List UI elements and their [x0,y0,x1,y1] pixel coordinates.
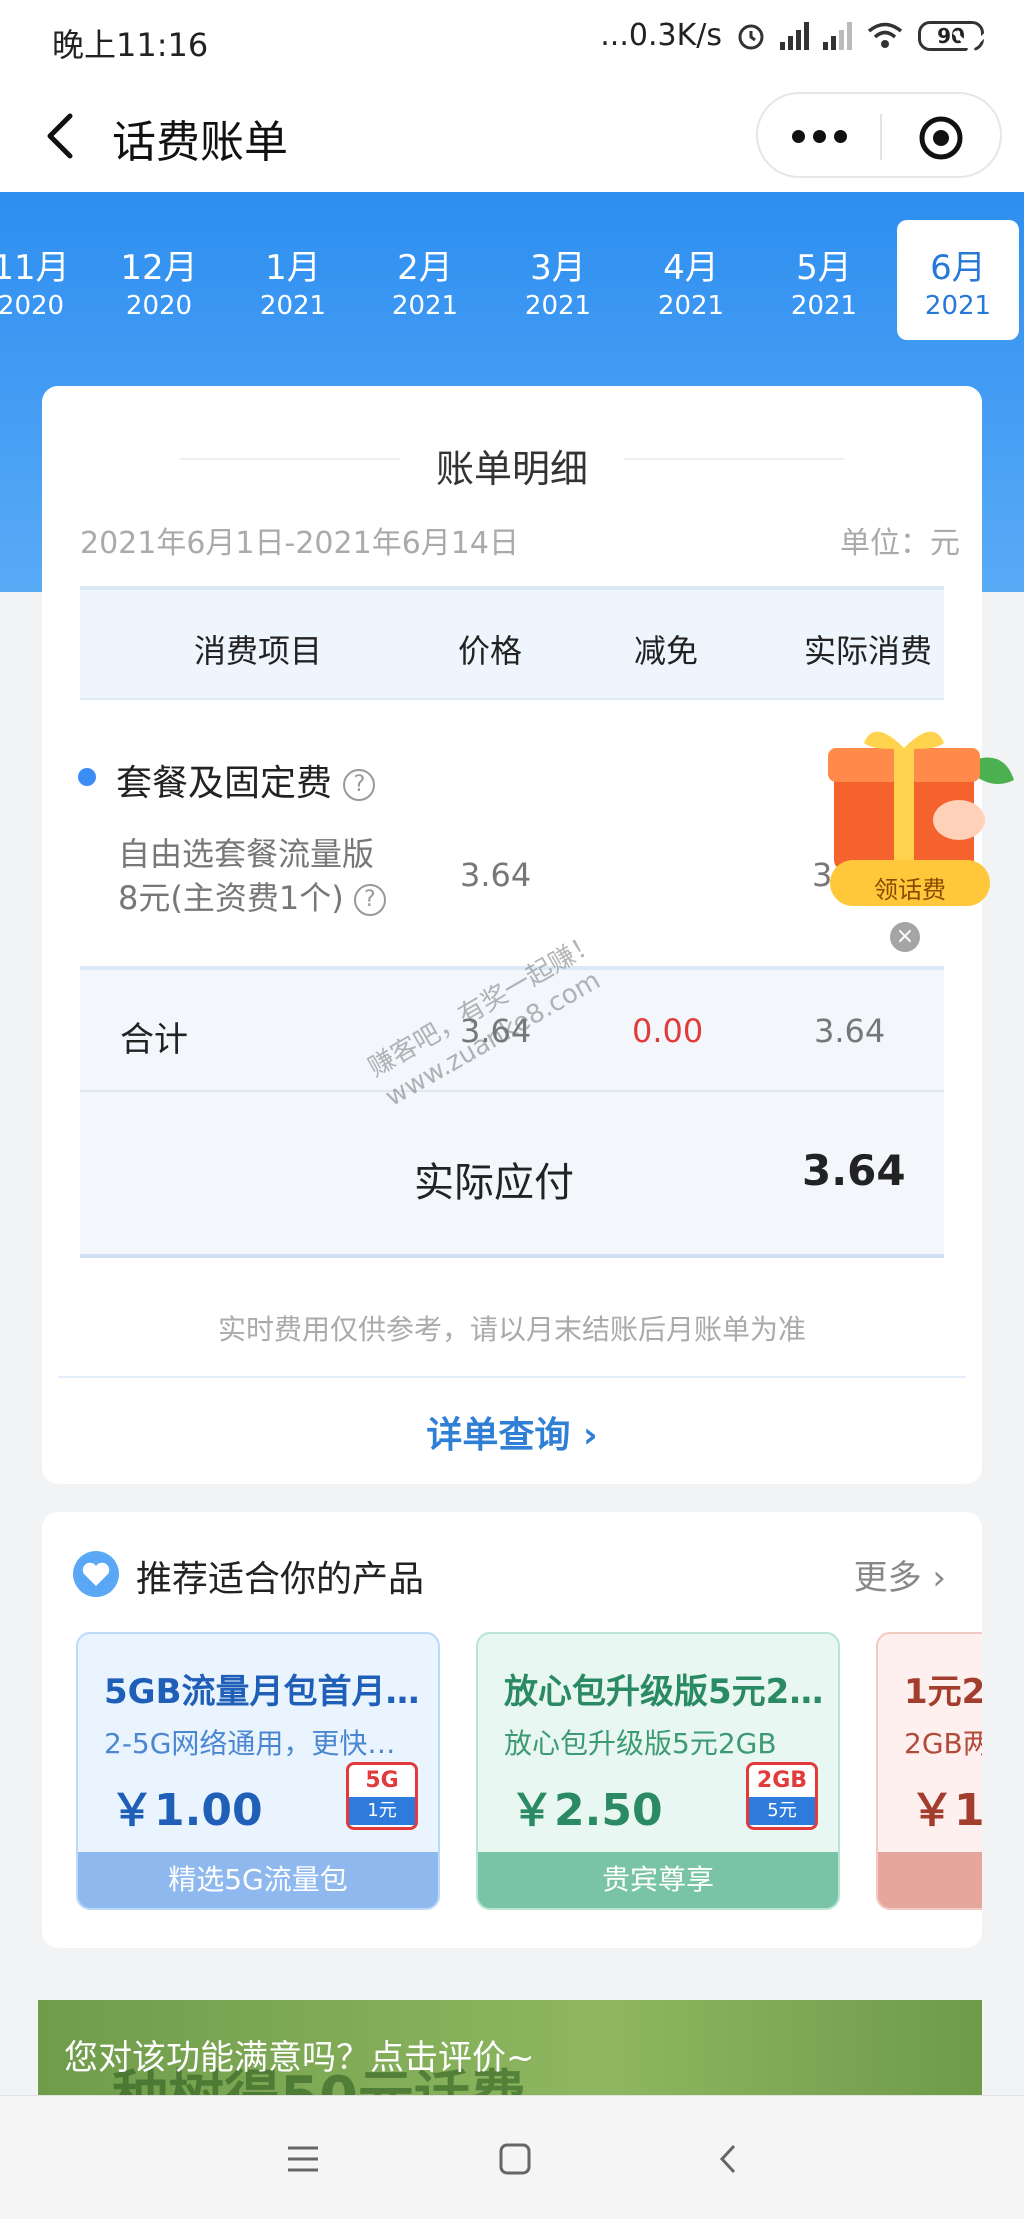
status-time: 晚上11:16 [52,26,209,64]
recommend-more-link[interactable]: 更多 › [854,1550,946,1599]
header-waiver: 减免 [634,632,699,670]
home-icon[interactable] [490,2134,540,2184]
bill-unit: 单位：元 [840,526,960,561]
help-icon[interactable]: ? [353,884,386,916]
month-tab[interactable]: 4月 2021 [630,220,752,340]
mini-program-capsule [756,92,1002,178]
feedback-text: 您对该功能满意吗？点击评价~ [64,2038,535,2078]
product-price: ￥2.50 [510,1785,663,1836]
recommend-card: 推荐适合你的产品 更多 › 5GB流量月包首月… 2-5G网络通用，更快… ￥1… [42,1512,982,1948]
product-price: ￥1.00 [110,1785,263,1836]
gift-close-icon[interactable]: × [890,922,920,952]
total-label: 合计 [120,1020,188,1060]
product-name: 5GB流量月包首月… [104,1672,420,1712]
header-item: 消费项目 [194,632,323,670]
month-tab[interactable]: 5月 2021 [763,220,885,340]
product-footer: 贵宾尊享 [478,1852,838,1908]
product-desc: 2-5G网络通用，更快… [104,1727,396,1760]
month-tab[interactable]: 3月 2021 [497,220,619,340]
payable-row: 实际应付 3.64 [80,1092,944,1258]
month-tab[interactable]: 12月 2020 [98,220,220,340]
month-selector: 11月 2020 12月 2020 1月 2021 2月 2021 3月 2021 4月 2… [0,220,1024,340]
product-footer: 精选5G流量包 [78,1852,438,1908]
system-nav-bar [0,2095,1024,2219]
product-badge-icon: 2GB 5元 [746,1762,818,1830]
product-card[interactable]: 5GB流量月包首月… 2-5G网络通用，更快… ￥1.00 5G 1元 精选5G… [76,1632,440,1910]
table-header: 消费项目 价格 减免 实际消费 [80,586,944,700]
line-item-price: 3.64 [460,856,532,894]
product-desc: 放心包升级版5元2GB [504,1727,777,1760]
payable-amount: 3.64 [802,1146,906,1195]
product-price: ￥1. [910,1785,982,1836]
signal-icon-2 [823,21,852,50]
month-tab-active[interactable]: 6月 2021 [897,220,1019,340]
header-price: 价格 [458,632,523,670]
target-icon[interactable] [918,115,964,161]
status-right: ...0.3K/s 90 [600,18,984,53]
total-actual: 3.64 [814,1012,886,1050]
product-name: 1元2 [904,1672,982,1712]
network-speed: ...0.3K/s [600,18,722,53]
header-actual: 实际消费 [804,632,933,670]
nav-bar: 话费账单 [0,80,1024,192]
detail-query-link[interactable]: 详单查询 › [42,1406,982,1458]
bill-title: 账单明细 [435,447,588,491]
bill-period: 2021年6月1日-2021年6月14日 [80,526,519,561]
menu-icon[interactable] [278,2134,328,2184]
page-title: 话费账单 [112,117,288,168]
recommend-title: 推荐适合你的产品 [136,1559,425,1600]
card-divider [58,1376,966,1378]
section-title: 套餐及固定费 ? [116,754,376,806]
line-item-name: 自由选套餐流量版 8元(主资费1个) ? [118,832,438,920]
status-bar: 晚上11:16 ...0.3K/s 90 [0,0,1024,80]
capsule-divider [880,114,882,160]
signal-icon [780,21,809,50]
feedback-banner[interactable]: 种树得50元话费 您对该功能满意吗？点击评价~ [38,2000,982,2100]
alarm-icon [738,24,764,49]
chevron-left-icon[interactable] [36,108,86,164]
product-badge-icon: 5G 1元 [346,1762,418,1830]
product-card[interactable]: 1元2 2GB两 ￥1. 本 [876,1632,982,1910]
heart-icon [73,1551,119,1597]
product-name: 放心包升级版5元2… [504,1672,824,1712]
gift-float-button[interactable]: 领话费 [824,720,1020,910]
more-dots-icon[interactable] [792,124,852,148]
month-tab[interactable]: 1月 2021 [232,220,354,340]
bill-detail-card: 账单明细 2021年6月1日-2021年6月14日 单位：元 消费项目 价格 减… [42,386,982,1484]
product-desc: 2GB两 [904,1727,982,1760]
help-icon[interactable]: ? [343,769,376,801]
bill-note: 实时费用仅供参考，请以月末结账后月账单为准 [217,1313,806,1346]
month-tab[interactable]: 11月 2020 [0,220,92,340]
gift-label: 领话费 [874,876,946,904]
product-card[interactable]: 放心包升级版5元2… 放心包升级版5元2GB ￥2.50 2GB 5元 贵宾尊享 [476,1632,840,1910]
total-waiver: 0.00 [632,1012,704,1050]
close-icon[interactable] [946,24,996,74]
back-nav-icon[interactable] [704,2134,754,2184]
month-tab[interactable]: 2月 2021 [364,220,486,340]
section-dot [78,768,96,786]
wifi-icon [867,22,903,48]
payable-label: 实际应付 [414,1160,574,1206]
product-footer: 本 [878,1852,982,1908]
